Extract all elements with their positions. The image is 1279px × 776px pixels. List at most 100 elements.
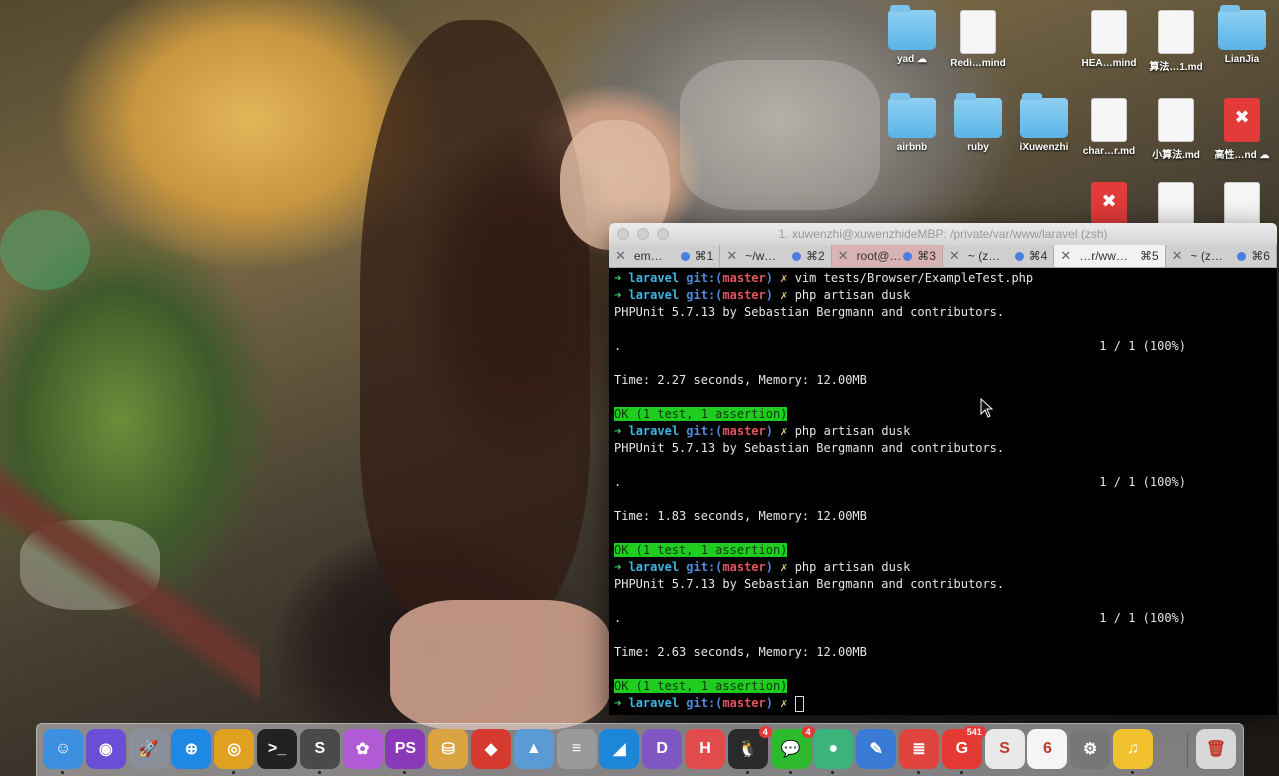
terminal-screen[interactable]: ➜ laravel git:(master) ✗ vim tests/Brows… [609, 268, 1277, 714]
desktop-icon[interactable]: yad ☁︎ [880, 5, 944, 65]
terminal-titlebar[interactable]: 1. xuwenzhi@xuwenzhideMBP: /private/var/… [609, 223, 1277, 245]
terminal-tab[interactable]: ✕ ~/w… ⌘2 [720, 245, 832, 267]
trash-icon[interactable]: 🗑 [1196, 729, 1236, 769]
tab-shortcut: ⌘2 [805, 249, 825, 263]
h-app-icon[interactable]: H [685, 729, 725, 769]
system-preferences-icon[interactable]: ⚙ [1070, 729, 1111, 769]
green-app-icon[interactable]: ● [813, 729, 854, 769]
terminal-line: . 1 / 1 (100%) [614, 610, 1272, 627]
desktop-icon[interactable]: char…r.md [1077, 98, 1141, 157]
tab-title: ~/w… [745, 249, 777, 263]
desktop-icon-label: ruby [967, 142, 989, 153]
sequel-pro-icon[interactable]: ⛁ [428, 729, 469, 769]
terminal-tab[interactable]: ✕ ~ (z… ⌘4 [943, 245, 1055, 267]
minimize-window-button[interactable] [637, 228, 649, 240]
terminal-icon[interactable]: >_ [257, 729, 297, 769]
desktop-icon[interactable]: ruby [946, 93, 1010, 153]
running-indicator [1131, 771, 1134, 774]
finder-icon[interactable]: ☺ [43, 729, 83, 769]
slack-icon[interactable]: S [984, 729, 1025, 769]
document-icon [1091, 10, 1127, 54]
document-icon [1224, 182, 1260, 226]
terminal-tab[interactable]: ✕ root@… ⌘3 [831, 245, 943, 267]
siri-icon[interactable]: ◉ [85, 729, 126, 769]
close-window-button[interactable] [617, 228, 629, 240]
terminal-window[interactable]: 1. xuwenzhi@xuwenzhideMBP: /private/var/… [609, 223, 1277, 715]
music-app-icon[interactable]: ♫ [1113, 729, 1153, 769]
desktop-icon[interactable]: iXuwenzhi [1012, 93, 1076, 153]
dock-glyph: 🚀 [138, 741, 159, 758]
calendar-icon[interactable]: 6 [1027, 729, 1068, 769]
document-icon [1158, 10, 1194, 54]
folder-icon [954, 93, 1002, 138]
g-app-icon[interactable]: G 541 [941, 726, 986, 769]
dock-glyph: >_ [267, 740, 287, 757]
close-tab-icon[interactable]: ✕ [1060, 248, 1071, 264]
chrome-icon[interactable]: ◎ [214, 729, 255, 769]
desktop-icon[interactable]: 算法…1.md [1144, 10, 1208, 73]
database-icon[interactable]: ≡ [556, 729, 597, 769]
text-cursor [794, 695, 804, 712]
dock-glyph: ⛁ [441, 741, 455, 758]
terminal-line: ➜ laravel git:(master) ✗ [614, 695, 1272, 712]
close-tab-icon[interactable]: ✕ [726, 248, 737, 264]
prompt-directory: laravel [628, 560, 680, 574]
terminal-tab[interactable]: ✕ …r/ww… ⌘5 [1054, 245, 1166, 267]
close-tab-icon[interactable]: ✕ [838, 248, 849, 264]
launchpad-icon[interactable]: 🚀 [128, 729, 169, 769]
qq-icon[interactable]: 🐧 4 [727, 726, 772, 769]
wechat-icon[interactable]: 💬 4 [770, 726, 815, 769]
close-tab-icon[interactable]: ✕ [1172, 248, 1183, 264]
activity-dot-icon [1014, 251, 1024, 261]
dock-glyph: H [699, 740, 711, 757]
dock-glyph: ≣ [912, 741, 926, 758]
todoist-icon[interactable]: ≣ [899, 729, 939, 769]
flower-app-icon[interactable]: ✿ [342, 729, 383, 769]
dash-icon[interactable]: D [642, 729, 683, 769]
prompt-directory: laravel [628, 288, 680, 302]
prompt-git-close: ) [765, 424, 773, 438]
desktop-icon[interactable]: airbnb [880, 93, 944, 153]
terminal-line: OK (1 test, 1 assertion) [614, 542, 1272, 559]
activity-dot-icon [903, 251, 913, 261]
phpstorm-icon[interactable]: PS [385, 729, 426, 769]
dock-glyph: S [999, 740, 1010, 757]
dock-glyph: G [955, 740, 969, 757]
desktop-icon-label: 小算法.md [1152, 150, 1200, 161]
pen-app-icon[interactable]: ✎ [856, 729, 897, 769]
terminal-tab[interactable]: ✕ em… ⌘1 [609, 245, 721, 267]
prompt-git: git:( [686, 271, 723, 285]
mouse-pointer-icon [980, 398, 994, 418]
zoom-window-button[interactable] [657, 228, 669, 240]
desktop-icon-label: 算法…1.md [1149, 62, 1203, 73]
document-icon [1158, 182, 1194, 226]
prompt-dirty-icon: ✗ [780, 560, 788, 574]
elephant-app-icon[interactable]: ▲ [513, 729, 554, 769]
desktop-icon[interactable]: HEA…mind [1077, 10, 1141, 69]
shark-app-icon[interactable]: ◢ [599, 729, 640, 769]
desktop-icon[interactable]: LianJia [1210, 5, 1274, 65]
prompt-branch: master [722, 560, 766, 574]
desktop-icon[interactable]: ✖ 高性…nd ☁︎ [1210, 98, 1274, 161]
dock-glyph: ◎ [227, 741, 242, 758]
desktop-icon-label: Redi…mind [950, 58, 1006, 69]
close-tab-icon[interactable]: ✕ [949, 248, 960, 264]
terminal-tab[interactable]: ✕ ~ (z… ⌘6 [1166, 245, 1277, 267]
close-tab-icon[interactable]: ✕ [615, 248, 626, 264]
desktop-icon[interactable]: 小算法.md [1144, 98, 1208, 161]
terminal-line: Time: 1.83 seconds, Memory: 12.00MB [614, 508, 1272, 525]
running-indicator [831, 771, 835, 774]
activity-dot-icon [791, 251, 801, 261]
prompt-dirty-icon: ✗ [780, 424, 788, 438]
prompt-arrow-icon: ➜ [614, 696, 622, 710]
prompt-arrow-icon: ➜ [614, 424, 622, 438]
sublime-icon[interactable]: S [299, 729, 340, 769]
prompt-git: git:( [686, 560, 723, 574]
redis-icon[interactable]: ◆ [471, 729, 511, 769]
desktop-icon[interactable]: Redi…mind [946, 10, 1010, 69]
dock-glyph: ● [828, 740, 839, 757]
notification-badge: 541 [962, 726, 986, 738]
test-ok-status: OK (1 test, 1 assertion) [614, 543, 788, 557]
safari-icon[interactable]: ⊕ [171, 729, 212, 769]
